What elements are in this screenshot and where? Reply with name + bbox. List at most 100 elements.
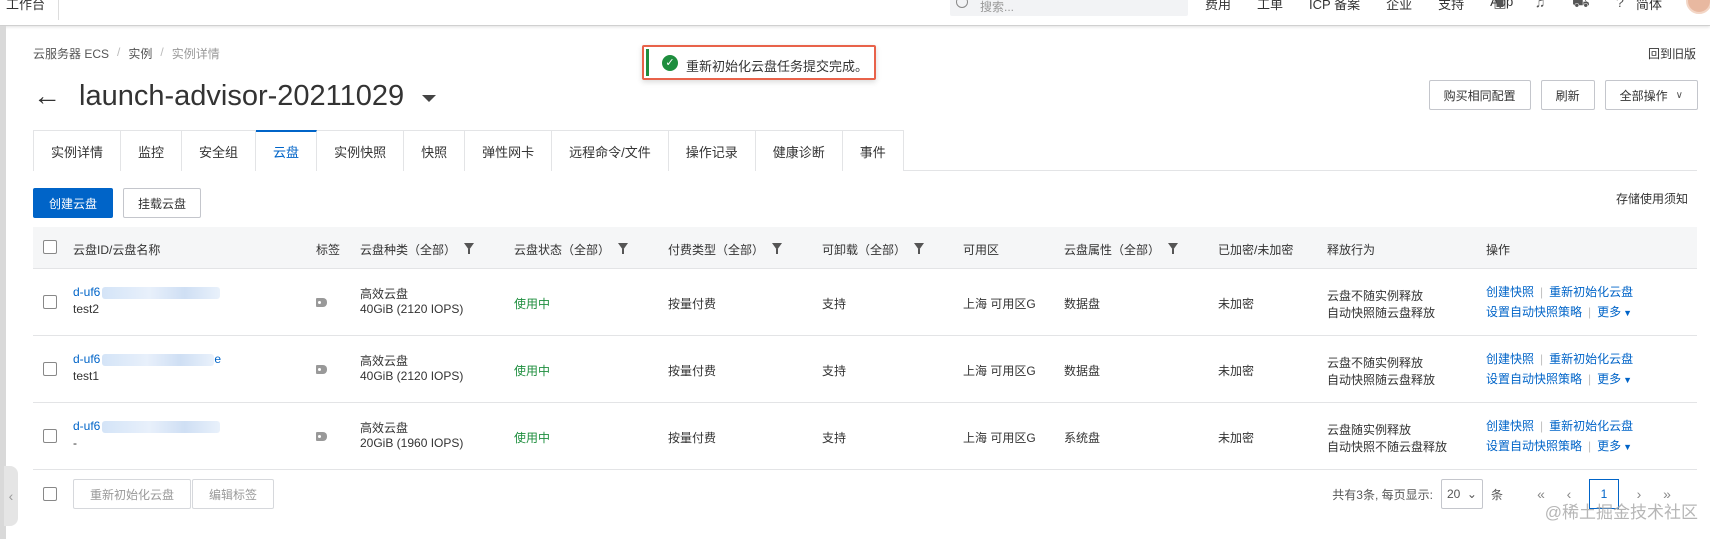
tab-operation-logs[interactable]: 操作记录 [668, 130, 756, 171]
tab-eni[interactable]: 弹性网卡 [465, 130, 553, 171]
page-size-unit: 条 [1490, 487, 1503, 502]
reinit-disk-link[interactable]: 重新初始化云盘 [1549, 419, 1633, 433]
encryption-value: 未加密 [1218, 431, 1255, 445]
disk-id-suffix: e [214, 352, 222, 366]
header-disk-attr[interactable]: 云盘属性（全部） [1064, 241, 1179, 258]
nav-enterprise[interactable]: 企业 [1386, 0, 1412, 13]
tab-events[interactable]: 事件 [842, 130, 904, 171]
row-checkbox[interactable] [43, 362, 57, 376]
page-size-select[interactable]: 20 ⌄ [1440, 479, 1483, 509]
status-badge: 使用中 [514, 297, 551, 311]
filter-icon[interactable] [772, 243, 783, 255]
header-billing[interactable]: 付费类型（全部） [668, 241, 783, 258]
header-detachable-label: 可卸载（全部） [822, 243, 907, 257]
tab-security-group[interactable]: 安全组 [182, 130, 257, 171]
disk-id-link[interactable]: d-uf6 [73, 285, 221, 299]
disk-id-prefix: d-uf6 [73, 285, 101, 299]
language-switch[interactable]: 简体 [1636, 0, 1662, 13]
tab-instance-details[interactable]: 实例详情 [33, 130, 122, 171]
global-search-input[interactable]: 搜索... [950, 0, 1188, 16]
tab-remote-commands[interactable]: 远程命令/文件 [552, 130, 669, 171]
header-disk-type[interactable]: 云盘种类（全部） [360, 241, 475, 258]
more-dropdown[interactable]: 更多 ▼ [1597, 305, 1632, 319]
breadcrumb-instances[interactable]: 实例 [128, 45, 152, 62]
header-detachable[interactable]: 可卸载（全部） [822, 241, 925, 258]
create-snapshot-link[interactable]: 创建快照 [1486, 285, 1534, 299]
disk-type: 高效云盘 [360, 421, 409, 435]
header-operations: 操作 [1486, 243, 1511, 257]
footer-select-all-checkbox[interactable] [43, 487, 57, 501]
tag-icon[interactable] [316, 365, 327, 374]
workspace-link[interactable]: 工作台 [6, 0, 45, 13]
divider: | [1540, 419, 1544, 433]
bulk-reinit-button[interactable]: 重新初始化云盘 [73, 479, 192, 509]
release-behavior-2: 自动快照随云盘释放 [1327, 306, 1436, 320]
create-snapshot-link[interactable]: 创建快照 [1486, 419, 1534, 433]
storage-notice-link[interactable]: 存储使用须知 [1616, 190, 1688, 207]
header-disk-status[interactable]: 云盘状态（全部） [514, 241, 629, 258]
refresh-button[interactable]: 刷新 [1540, 80, 1595, 110]
filter-icon[interactable] [618, 243, 629, 255]
auto-snapshot-policy-link[interactable]: 设置自动快照策略 [1486, 439, 1582, 453]
more-dropdown[interactable]: 更多 ▼ [1597, 439, 1632, 453]
disk-type: 高效云盘 [360, 287, 409, 301]
edit-tags-button[interactable]: 编辑标签 [192, 479, 275, 509]
create-snapshot-link[interactable]: 创建快照 [1486, 352, 1534, 366]
row-ops-line2: 设置自动快照策略 | 更多 ▼ [1486, 370, 1632, 387]
disk-id-link[interactable]: d-uf6 e [73, 352, 221, 366]
select-all-checkbox[interactable] [43, 240, 57, 254]
top-navigation-bar: 工作台 搜索... 费用 工单 ICP 备案 企业 支持 App ▣ ♫ ⛟ ?… [0, 0, 1710, 26]
disk-attr-value: 数据盘 [1064, 297, 1101, 311]
reinit-disk-link[interactable]: 重新初始化云盘 [1549, 285, 1633, 299]
nav-support[interactable]: 支持 [1438, 0, 1464, 13]
row-checkbox[interactable] [43, 295, 57, 309]
detail-tabs: 实例详情 监控 安全组 云盘 实例快照 快照 弹性网卡 远程命令/文件 操作记录… [33, 130, 1697, 172]
filter-icon[interactable] [464, 243, 475, 255]
breadcrumb-separator: / [117, 45, 121, 59]
disk-id-link[interactable]: d-uf6 [73, 419, 221, 433]
tag-icon[interactable] [316, 432, 327, 441]
nav-icp[interactable]: ICP 备案 [1309, 0, 1360, 13]
release-behavior-1: 云盘随实例释放 [1327, 423, 1412, 437]
image-icon[interactable]: ▣ [1492, 0, 1508, 10]
help-icon[interactable]: ? [1612, 0, 1628, 10]
row-checkbox[interactable] [43, 429, 57, 443]
reinit-disk-link[interactable]: 重新初始化云盘 [1549, 352, 1633, 366]
release-behavior-1: 云盘不随实例释放 [1327, 289, 1424, 303]
cart-icon[interactable]: ⛟ [1572, 0, 1590, 10]
table-row: d-uf6 test2 高效云盘 40GiB (2120 IOPS) 使用中 按… [33, 269, 1697, 336]
tab-instance-snapshots[interactable]: 实例快照 [317, 130, 405, 171]
row-ops-line2: 设置自动快照策略 | 更多 ▼ [1486, 437, 1632, 454]
create-disk-button[interactable]: 创建云盘 [33, 188, 114, 218]
breadcrumb-ecs[interactable]: 云服务器 ECS [33, 45, 109, 62]
tag-icon[interactable] [316, 298, 327, 307]
filter-icon[interactable] [914, 243, 925, 255]
sidebar-expand-handle[interactable]: ‹ [4, 466, 18, 526]
disk-spec: 40GiB (2120 IOPS) [360, 302, 464, 316]
tab-health-diagnosis[interactable]: 健康诊断 [755, 130, 843, 171]
tab-disks[interactable]: 云盘 [256, 130, 318, 172]
attach-disk-button[interactable]: 挂载云盘 [123, 188, 202, 218]
redacted-id [102, 420, 221, 433]
encryption-value: 未加密 [1218, 364, 1255, 378]
filter-icon[interactable] [1168, 243, 1179, 255]
back-to-old-version-link[interactable]: 回到旧版 [1648, 45, 1696, 62]
toast-message: 重新初始化云盘任务提交完成。 [686, 59, 869, 74]
detachable-value: 支持 [822, 431, 847, 445]
instance-switch-caret-icon[interactable] [422, 94, 437, 102]
back-arrow-icon[interactable]: ← [33, 82, 61, 110]
avatar[interactable] [1686, 0, 1710, 14]
tab-monitoring[interactable]: 监控 [121, 130, 183, 171]
bulk-reinit-label: 重新初始化云盘 [90, 487, 175, 502]
tab-snapshots[interactable]: 快照 [404, 130, 466, 171]
disk-name: test1 [73, 369, 100, 383]
buy-same-config-button[interactable]: 购买相同配置 [1428, 80, 1531, 110]
bell-icon[interactable]: ♫ [1532, 0, 1548, 10]
more-dropdown[interactable]: 更多 ▼ [1597, 372, 1632, 386]
all-operations-dropdown[interactable]: 全部操作 ∨ [1604, 80, 1698, 110]
auto-snapshot-policy-link[interactable]: 设置自动快照策略 [1486, 372, 1582, 386]
nav-billing[interactable]: 费用 [1205, 0, 1231, 13]
toast-accent-bar [646, 49, 649, 76]
auto-snapshot-policy-link[interactable]: 设置自动快照策略 [1486, 305, 1582, 319]
nav-ticket[interactable]: 工单 [1257, 0, 1283, 13]
